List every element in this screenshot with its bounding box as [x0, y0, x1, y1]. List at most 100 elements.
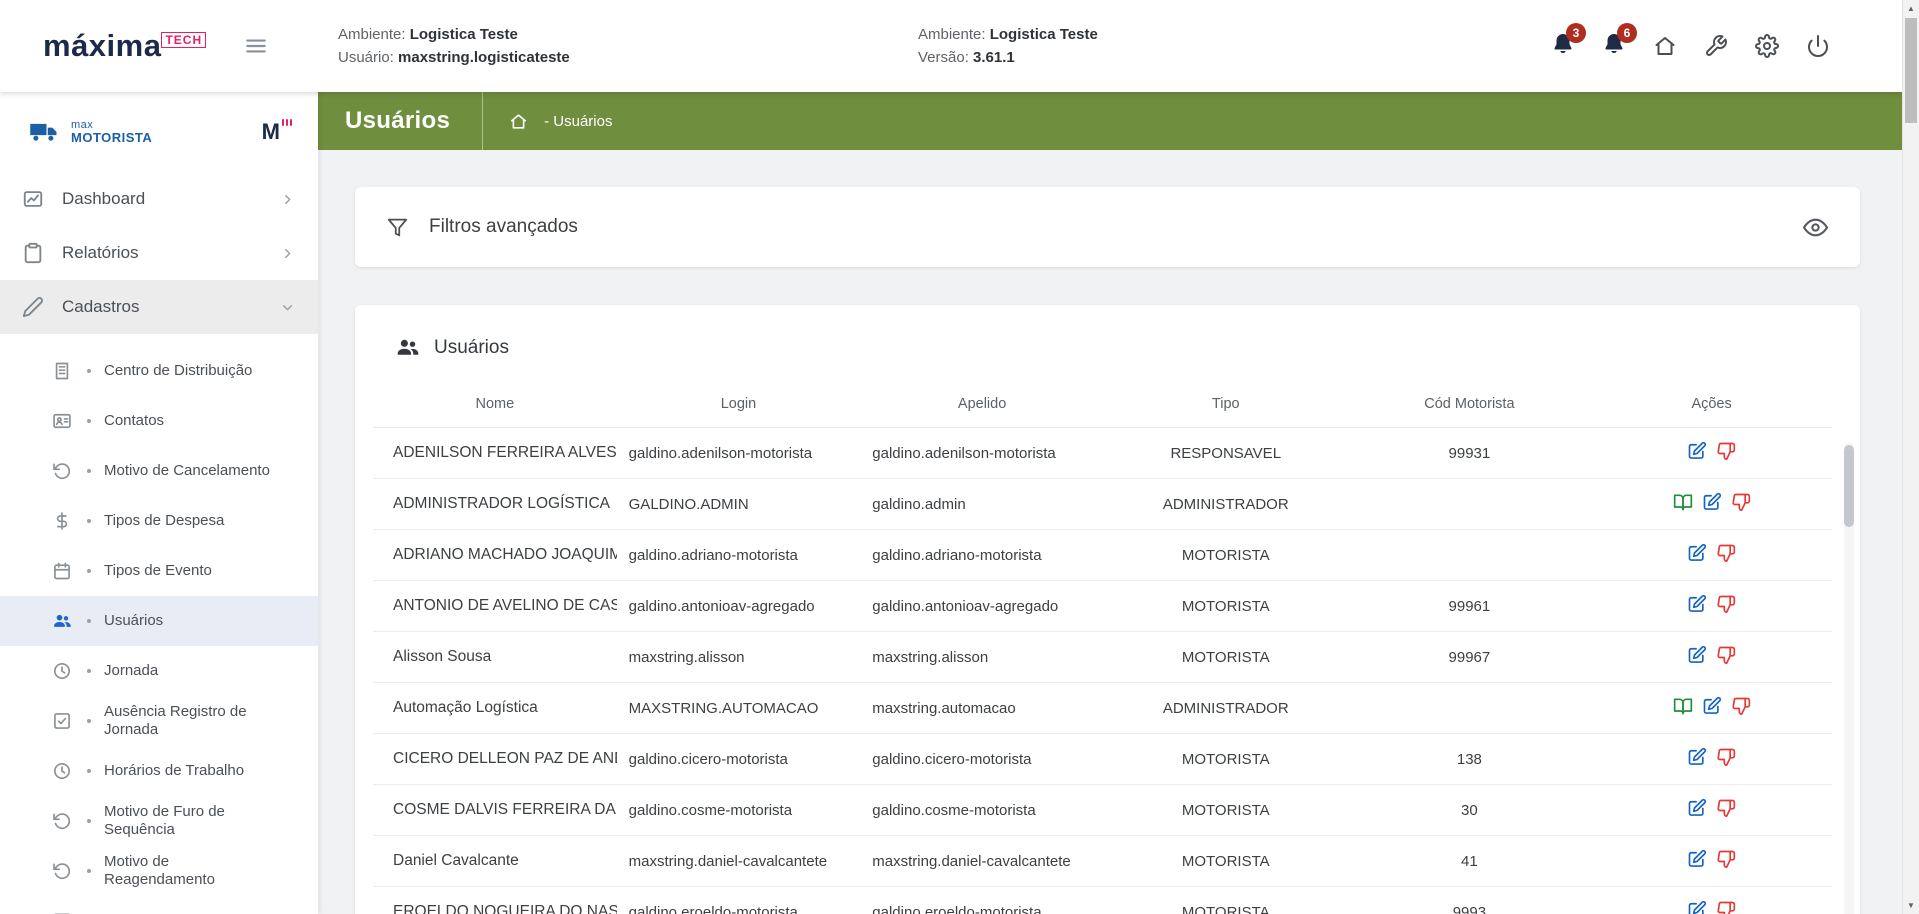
submenu-item-label: Tipos de Evento: [104, 562, 212, 580]
filters-title: Filtros avançados: [429, 216, 578, 238]
table-row: CICERO DELLEON PAZ DE ANDRADE galdino.ci…: [373, 734, 1832, 785]
table-row: EROELDO NOGUEIRA DO NASCIMENTO galdino.e…: [373, 887, 1832, 914]
sidebar-menu: Dashboard Relatórios Cadastros: [0, 172, 318, 334]
breadcrumb-home-icon[interactable]: [509, 112, 528, 131]
clock-icon: [52, 761, 72, 781]
cell-tipo: RESPONSAVEL: [1104, 428, 1348, 479]
eye-icon[interactable]: [1803, 215, 1828, 240]
deactivate-action-icon[interactable]: [1716, 645, 1736, 665]
page-scrollbar[interactable]: ▲ ▼: [1902, 0, 1919, 914]
map-action-icon[interactable]: [1673, 492, 1693, 512]
notifications-button-2[interactable]: 6: [1602, 32, 1626, 61]
sidebar-item-relatorios[interactable]: Relatórios: [0, 226, 318, 280]
cell-acoes: [1591, 836, 1832, 887]
logo-motorista-text: MOTORISTA: [71, 131, 152, 144]
sidebar-logo: max MOTORISTA M: [0, 92, 318, 172]
table-scrollbar-thumb[interactable]: [1844, 445, 1854, 527]
deactivate-action-icon[interactable]: [1731, 492, 1751, 512]
notifications-button-1[interactable]: 3: [1551, 32, 1575, 61]
deactivate-action-icon[interactable]: [1716, 543, 1736, 563]
table-row: ANTONIO DE AVELINO DE CASTRO galdino.ant…: [373, 581, 1832, 632]
cell-acoes: [1591, 887, 1832, 914]
sidebar-item-cadastros[interactable]: Cadastros: [0, 280, 318, 334]
bullet-dot: [87, 419, 91, 423]
home-icon[interactable]: [1653, 34, 1677, 58]
deactivate-action-icon[interactable]: [1731, 696, 1751, 716]
bullet-dot: [87, 369, 91, 373]
users-icon: [395, 335, 420, 360]
cell-cod-motorista: [1348, 683, 1592, 734]
column-header: Login: [617, 382, 861, 428]
edit-action-icon[interactable]: [1687, 798, 1707, 818]
calendar-icon: [52, 561, 72, 581]
cell-nome: ANTONIO DE AVELINO DE CASTRO: [373, 581, 617, 632]
sidebar-item-tipos-de-despesa[interactable]: Tipos de Despesa: [0, 496, 318, 546]
topbar-actions: 3 6: [1551, 32, 1902, 61]
cell-nome: ADENILSON FERREIRA ALVES: [373, 428, 617, 479]
page-header: Usuários - Usuários: [318, 92, 1902, 150]
building-icon: [52, 361, 72, 381]
edit-action-icon[interactable]: [1687, 594, 1707, 614]
wrench-icon[interactable]: [1704, 34, 1728, 58]
sidebar-item-dashboard[interactable]: Dashboard: [0, 172, 318, 226]
table-scrollbar[interactable]: [1844, 443, 1854, 914]
sidebar-item-jornada[interactable]: Jornada: [0, 646, 318, 696]
filter-icon: [387, 217, 408, 238]
column-header: Ações: [1591, 382, 1832, 428]
gear-icon[interactable]: [1755, 34, 1779, 58]
edit-action-icon[interactable]: [1687, 849, 1707, 869]
cell-tipo: MOTORISTA: [1104, 836, 1348, 887]
sidebar-item-centro-de-distribuicao[interactable]: Centro de Distribuição: [0, 346, 318, 396]
sidebar-item-ausencia-registro-de-jornada[interactable]: Ausência Registro de Jornada: [0, 696, 318, 746]
map-action-icon[interactable]: [1673, 696, 1693, 716]
cell-tipo: MOTORISTA: [1104, 734, 1348, 785]
notification-badge: 6: [1617, 23, 1637, 43]
cell-apelido: galdino.cicero-motorista: [860, 734, 1104, 785]
deactivate-action-icon[interactable]: [1716, 747, 1736, 767]
bullet-dot: [87, 619, 91, 623]
scroll-up-arrow[interactable]: ▲: [1903, 0, 1919, 17]
edit-action-icon[interactable]: [1687, 900, 1707, 914]
advanced-filters-panel[interactable]: Filtros avançados: [355, 187, 1860, 267]
sidebar-item-contatos[interactable]: Contatos: [0, 396, 318, 446]
column-header: Tipo: [1104, 382, 1348, 428]
sidebar-item-horarios-de-trabalho[interactable]: Horários de Trabalho: [0, 746, 318, 796]
deactivate-action-icon[interactable]: [1716, 594, 1736, 614]
submenu-item-label: Motivo de Furo de Sequência: [104, 803, 274, 838]
users-card: Usuários NomeLoginApelidoTipoCód Motoris…: [355, 305, 1860, 914]
sidebar-item-tipos-de-evento[interactable]: Tipos de Evento: [0, 546, 318, 596]
edit-action-icon[interactable]: [1687, 543, 1707, 563]
sidebar-item-motivo-de-reagendamento[interactable]: Motivo de Reagendamento: [0, 846, 318, 896]
cell-apelido: galdino.antonioav-agregado: [860, 581, 1104, 632]
undo-icon: [52, 811, 72, 831]
edit-action-icon[interactable]: [1702, 492, 1722, 512]
edit-action-icon[interactable]: [1702, 696, 1722, 716]
sidebar-item-motivo-de-cancelamento[interactable]: Motivo de Cancelamento: [0, 446, 318, 496]
sidebar-item-motivo-de-furo-de-sequencia[interactable]: Motivo de Furo de Sequência: [0, 796, 318, 846]
scroll-down-arrow[interactable]: ▼: [1903, 897, 1919, 914]
deactivate-action-icon[interactable]: [1716, 798, 1736, 818]
menu-toggle-icon[interactable]: [243, 33, 269, 59]
deactivate-action-icon[interactable]: [1716, 900, 1736, 914]
edit-action-icon[interactable]: [1687, 645, 1707, 665]
table-row: Daniel Cavalcante maxstring.daniel-caval…: [373, 836, 1832, 887]
logout-icon[interactable]: [1806, 34, 1830, 58]
environment-line: Ambiente: Logistica Teste: [338, 26, 638, 44]
bullet-dot: [87, 719, 91, 723]
table-row: Automação Logística MAXSTRING.AUTOMACAO …: [373, 683, 1832, 734]
edit-action-icon[interactable]: [1687, 747, 1707, 767]
cell-apelido: galdino.admin: [860, 479, 1104, 530]
bullet-dot: [87, 669, 91, 673]
sidebar-item-visao-painel[interactable]: Visão Painel: [0, 896, 318, 914]
deactivate-action-icon[interactable]: [1716, 849, 1736, 869]
maximatech-logo: máximaTECH: [43, 28, 206, 64]
topbar-brand-section: máximaTECH: [0, 28, 318, 64]
cell-cod-motorista: 9993: [1348, 887, 1592, 914]
checkbox-icon: [52, 711, 72, 731]
deactivate-action-icon[interactable]: [1716, 441, 1736, 461]
cell-tipo: MOTORISTA: [1104, 581, 1348, 632]
page-scrollbar-thumb[interactable]: [1905, 18, 1917, 123]
sidebar-item-usuarios[interactable]: Usuários: [0, 596, 318, 646]
users-table-body: ADENILSON FERREIRA ALVES galdino.adenils…: [373, 428, 1832, 914]
edit-action-icon[interactable]: [1687, 441, 1707, 461]
